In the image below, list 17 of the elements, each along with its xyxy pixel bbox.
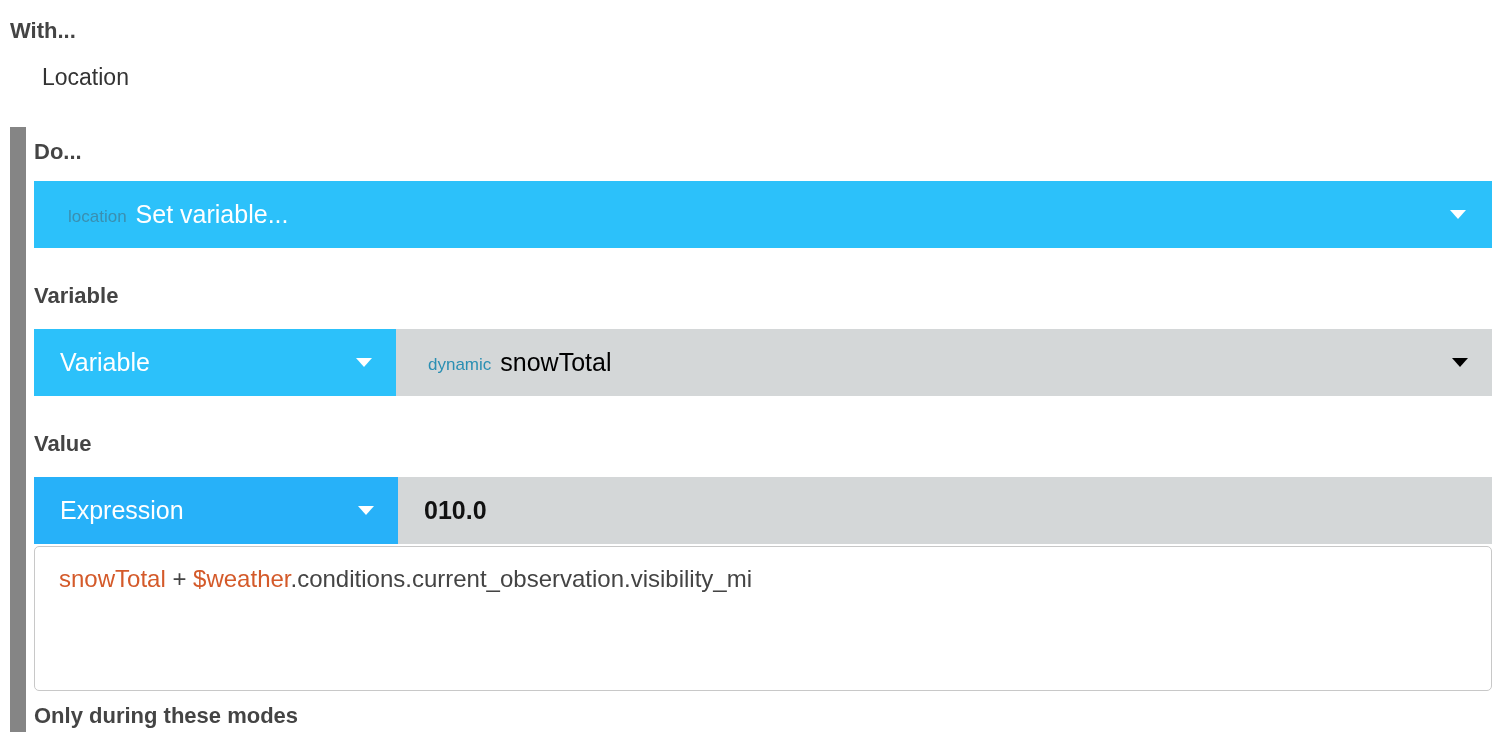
expression-text: snowTotal + $weather.conditions.current_observation.visibility_mi bbox=[59, 565, 754, 593]
section-label: Only during these modes bbox=[34, 703, 300, 729]
caret-icon bbox=[356, 358, 372, 367]
caret-icon bbox=[1452, 358, 1468, 367]
expression-editor[interactable]: snowTotal + $weather.conditions.current_observation.visibility_mi bbox=[34, 546, 1492, 691]
selected-variable-dropdown[interactable]: dynamic snowTotal bbox=[396, 329, 1492, 396]
expression-result: 010.0 bbox=[398, 477, 1492, 544]
field-label: Variable bbox=[34, 283, 120, 309]
caret-icon bbox=[358, 506, 374, 515]
field-label: Value bbox=[34, 431, 93, 457]
section-label: With... bbox=[10, 18, 77, 44]
section-label: Do... bbox=[34, 139, 83, 165]
caret-icon bbox=[1450, 210, 1466, 219]
device-name: Location bbox=[42, 64, 130, 91]
action-dropdown[interactable]: location Set variable... bbox=[34, 181, 1492, 248]
type-dropdown[interactable]: Expression bbox=[34, 477, 398, 544]
type-dropdown[interactable]: Variable bbox=[34, 329, 396, 396]
